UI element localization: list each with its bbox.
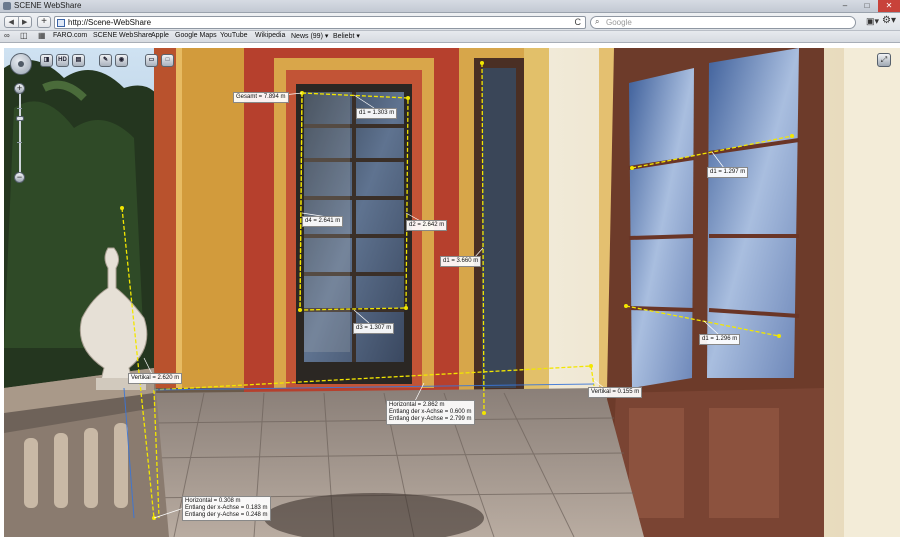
window-title: SCENE WebShare <box>14 1 82 10</box>
fullscreen-icon[interactable]: ⤢ <box>877 53 891 67</box>
title-bar: SCENE WebShare – □ ✕ <box>0 0 900 13</box>
bookmark-item[interactable]: Wikipedia <box>255 32 285 39</box>
bookmarks-bar: ∞ ◫ ▦ FARO.com SCENE WebShare Apple Goog… <box>0 31 900 43</box>
zoom-tick <box>17 142 22 143</box>
floor-y-axis: Entlang der y-Achse = 2.799 m <box>389 416 472 422</box>
measurement-label-door-right: d2 = 2.642 m <box>406 220 448 231</box>
measurement-label-floor: Horizontal = 2.862 m Entlang der x-Achse… <box>386 400 475 425</box>
browser-window: { "window": { "title": "SCENE WebShare" … <box>0 0 900 544</box>
reload-icon[interactable]: C <box>575 17 582 27</box>
floor-x-axis: Entlang der x-Achse = 0.600 m <box>389 409 472 415</box>
window-controls: – □ ✕ <box>834 0 900 13</box>
bookmarks-book-icon[interactable]: ◫ <box>20 31 28 40</box>
info-icon[interactable]: □ <box>161 54 174 67</box>
zoom-in-button[interactable]: + <box>14 83 25 94</box>
zoom-slider-track[interactable] <box>19 88 21 178</box>
scan-viewport[interactable]: ◨ HD ▤ ✎ ◉ ▭ □ + − ⤢ Gesamt = 7.894 m d1… <box>4 48 900 537</box>
corner-x-axis: Entlang der x-Achse = 0.183 m <box>185 505 268 511</box>
bookmark-item[interactable]: FARO.com <box>53 32 87 39</box>
measurement-label-vertikal-right: Vertikal = 0.155 m <box>588 387 643 398</box>
navigation-compass[interactable] <box>10 53 32 75</box>
new-tab-button[interactable]: + <box>37 16 51 28</box>
url-text: http://Scene-WebShare <box>68 18 152 27</box>
gear-icon[interactable]: ⚙▾ <box>882 15 896 26</box>
page-menu-icon[interactable]: ▣▾ <box>866 16 879 27</box>
visibility-eye-icon[interactable]: ◉ <box>115 54 128 67</box>
minimize-button[interactable]: – <box>834 0 856 12</box>
measurement-label-door-left: d4 = 2.641 m <box>302 216 344 227</box>
measurement-label-window-lower: d1 = 1.296 m <box>699 334 741 345</box>
corner-y-axis: Entlang der y-Achse = 0.248 m <box>185 512 268 518</box>
search-icon: ⌕ <box>595 17 600 26</box>
floor-horizontal: Horizontal = 2.862 m <box>389 402 445 408</box>
favicon-icon <box>57 19 65 27</box>
search-placeholder: Google <box>606 18 632 27</box>
address-bar[interactable]: http://Scene-WebShare C <box>54 16 586 29</box>
browser-toolbar: ◀ ▶ + http://Scene-WebShare C ⌕ Google ▣… <box>0 13 900 31</box>
corner-horizontal: Horizontal = 0.308 m <box>185 498 241 504</box>
hd-toggle-button[interactable]: HD <box>56 54 69 67</box>
app-icon <box>3 2 11 10</box>
bookmark-item[interactable]: YouTube <box>220 32 248 39</box>
bookmark-item[interactable]: News (99) ▾ <box>291 32 328 40</box>
hd-options-icon[interactable]: ▤ <box>72 54 85 67</box>
bookmark-item[interactable]: SCENE WebShare <box>93 32 152 39</box>
reading-list-icon[interactable]: ∞ <box>4 31 10 40</box>
history-nav: ◀ ▶ <box>4 16 32 28</box>
top-sites-icon[interactable]: ▦ <box>38 31 46 40</box>
close-button[interactable]: ✕ <box>878 0 900 12</box>
bookmark-item[interactable]: Apple <box>151 32 169 39</box>
measurement-label-door-bottom: d3 = 1.307 m <box>353 323 395 334</box>
measurement-label-door-top: d1 = 1.303 m <box>356 108 398 119</box>
zoom-tick <box>17 108 22 109</box>
settings-icon[interactable]: ✎ <box>99 54 112 67</box>
layers-icon[interactable]: ▭ <box>145 54 158 67</box>
panorama-scene <box>4 48 900 537</box>
back-button[interactable]: ◀ <box>5 17 18 27</box>
measurement-label-window-upper: d1 = 1.297 m <box>707 167 749 178</box>
search-field[interactable]: ⌕ Google <box>590 16 856 29</box>
maximize-button[interactable]: □ <box>856 0 878 12</box>
forward-button[interactable]: ▶ <box>17 17 32 27</box>
measure-tool-button[interactable]: ◨ <box>40 54 53 67</box>
bookmark-item[interactable]: Google Maps <box>175 32 217 39</box>
measurement-label-gesamt: Gesamt = 7.894 m <box>233 92 289 103</box>
measurement-label-corner: Horizontal = 0.308 m Entlang der x-Achse… <box>182 496 271 521</box>
zoom-slider-handle[interactable] <box>16 116 24 121</box>
measurement-label-vertikal-left: Vertikal = 2.620 m <box>128 373 183 384</box>
zoom-out-button[interactable]: − <box>14 172 25 183</box>
measurement-label-pillar: d1 = 3.660 m <box>440 256 482 267</box>
bookmark-item[interactable]: Beliebt ▾ <box>333 32 360 40</box>
